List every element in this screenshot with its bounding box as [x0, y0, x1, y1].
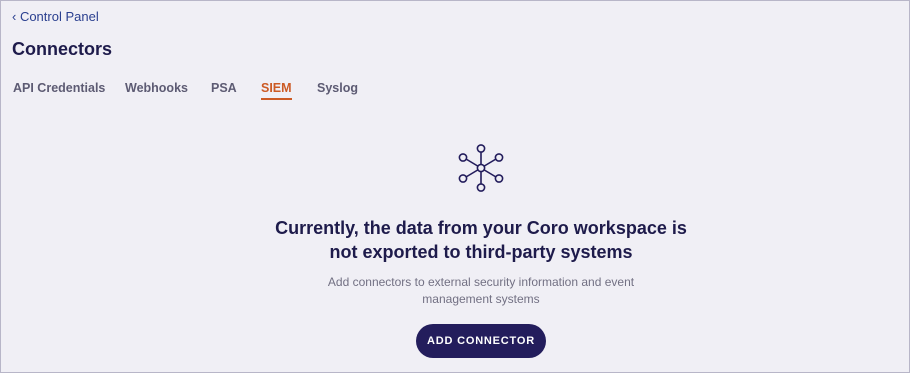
page-title: Connectors — [12, 39, 113, 59]
network-hub-icon — [458, 144, 504, 192]
empty-state-title-line2: not exported to third-party systems — [329, 242, 633, 262]
tab-api-credentials[interactable]: API Credentials — [13, 81, 105, 100]
tab-psa[interactable]: PSA — [211, 81, 237, 100]
add-connector-button[interactable]: ADD CONNECTOR — [416, 324, 546, 358]
tab-siem[interactable]: SIEM — [261, 81, 292, 100]
tab-syslog[interactable]: Syslog — [317, 81, 358, 100]
empty-state-description-line1: Add connectors to external security info… — [327, 275, 635, 289]
empty-state-description: Add connectors to external security info… — [281, 274, 681, 308]
empty-state-title-line1: Currently, the data from your Coro works… — [275, 218, 687, 238]
back-to-control-panel-link[interactable]: ‹ Control Panel — [12, 9, 99, 24]
empty-state-description-line2: management systems — [422, 292, 540, 306]
connectors-page: ‹ Control Panel Connectors API Credentia… — [0, 0, 910, 373]
empty-state-title: Currently, the data from your Coro works… — [231, 216, 731, 264]
tab-webhooks[interactable]: Webhooks — [125, 81, 188, 100]
